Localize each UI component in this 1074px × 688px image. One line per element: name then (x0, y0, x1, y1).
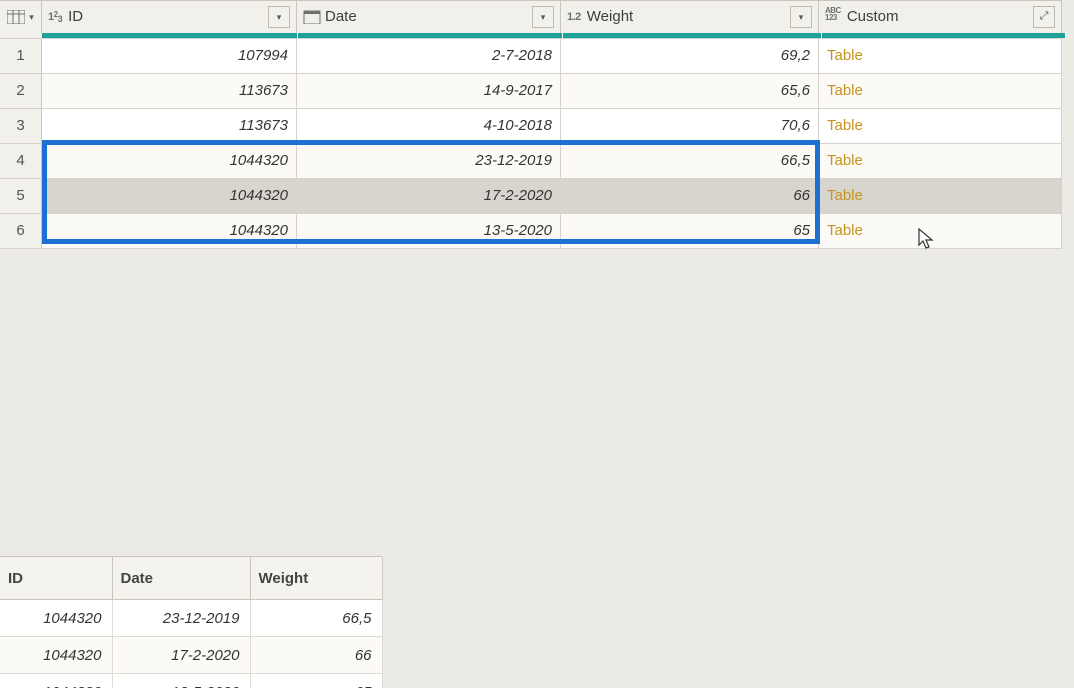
preview-row[interactable]: 104432013-5-202065 (0, 674, 382, 688)
column-header-date[interactable]: Date ▾ (297, 1, 561, 33)
cell-id: 113673 (42, 74, 297, 108)
cell-id: 113673 (42, 109, 297, 143)
preview-cell-date: 13-5-2020 (112, 674, 250, 688)
any-type-icon: ABC123 (825, 1, 841, 33)
cell-date: 17-2-2020 (297, 179, 561, 213)
preview-cell-weight: 66 (250, 637, 382, 674)
grid-header-row: ▾ 123 ID ▾ Date ▾ 1.2 Weight ▾ ABC123 Cu… (0, 0, 1062, 33)
preview-cell-id: 1044320 (0, 637, 112, 674)
int-type-icon: 123 (48, 0, 62, 35)
cell-id: 1044320 (42, 214, 297, 248)
preview-row[interactable]: 104432017-2-202066 (0, 637, 382, 674)
cell-date: 14-9-2017 (297, 74, 561, 108)
date-type-icon (303, 10, 321, 24)
row-number[interactable]: 3 (0, 109, 42, 143)
preview-row[interactable]: 104432023-12-201966,5 (0, 600, 382, 637)
cell-weight: 70,6 (561, 109, 819, 143)
cell-custom[interactable]: Table (819, 39, 1062, 73)
row-number[interactable]: 5 (0, 179, 42, 213)
row-number[interactable]: 6 (0, 214, 42, 248)
cell-custom[interactable]: Table (819, 74, 1062, 108)
column-header-weight[interactable]: 1.2 Weight ▾ (561, 1, 819, 33)
nested-table-preview: ID Date Weight 104432023-12-201966,51044… (0, 556, 382, 688)
row-number[interactable]: 4 (0, 144, 42, 178)
filter-button-weight[interactable]: ▾ (790, 6, 812, 28)
column-label: ID (68, 1, 83, 33)
data-grid: ▾ 123 ID ▾ Date ▾ 1.2 Weight ▾ ABC123 Cu… (0, 0, 1062, 249)
decimal-type-icon: 1.2 (567, 1, 581, 33)
cell-id: 1044320 (42, 144, 297, 178)
cell-date: 23-12-2019 (297, 144, 561, 178)
row-number[interactable]: 2 (0, 74, 42, 108)
cell-weight: 66 (561, 179, 819, 213)
preview-header-date[interactable]: Date (112, 557, 250, 600)
preview-cell-weight: 65 (250, 674, 382, 688)
preview-header-weight[interactable]: Weight (250, 557, 382, 600)
cell-custom[interactable]: Table (819, 109, 1062, 143)
preview-header-id[interactable]: ID (0, 557, 112, 600)
cell-date: 2-7-2018 (297, 39, 561, 73)
cell-weight: 66,5 (561, 144, 819, 178)
cell-weight: 65,6 (561, 74, 819, 108)
column-label: Custom (847, 1, 899, 33)
cell-date: 13-5-2020 (297, 214, 561, 248)
cell-id: 107994 (42, 39, 297, 73)
cell-weight: 69,2 (561, 39, 819, 73)
preview-cell-date: 23-12-2019 (112, 600, 250, 637)
cell-weight: 65 (561, 214, 819, 248)
preview-cell-id: 1044320 (0, 674, 112, 688)
table-row[interactable]: 211367314-9-201765,6Table (0, 74, 1062, 109)
row-selector-header[interactable]: ▾ (0, 1, 42, 33)
table-row[interactable]: 6104432013-5-202065Table (0, 214, 1062, 249)
column-label: Date (325, 1, 357, 33)
table-row[interactable]: 4104432023-12-201966,5Table (0, 144, 1062, 179)
cell-custom[interactable]: Table (819, 144, 1062, 178)
column-header-id[interactable]: 123 ID ▾ (42, 1, 297, 33)
filter-button-id[interactable]: ▾ (268, 6, 290, 28)
grid-body: 11079942-7-201869,2Table211367314-9-2017… (0, 39, 1062, 249)
column-label: Weight (587, 1, 633, 33)
preview-cell-weight: 66,5 (250, 600, 382, 637)
preview-cell-date: 17-2-2020 (112, 637, 250, 674)
column-header-custom[interactable]: ABC123 Custom ⤢ (819, 1, 1062, 33)
table-row[interactable]: 31136734-10-201870,6Table (0, 109, 1062, 144)
cell-custom[interactable]: Table (819, 179, 1062, 213)
table-icon (7, 10, 25, 24)
row-number[interactable]: 1 (0, 39, 42, 73)
table-row[interactable]: 5104432017-2-202066Table (0, 179, 1062, 214)
expand-button-custom[interactable]: ⤢ (1033, 6, 1055, 28)
preview-header-row: ID Date Weight (0, 557, 382, 600)
cell-id: 1044320 (42, 179, 297, 213)
cell-custom[interactable]: Table (819, 214, 1062, 248)
table-row[interactable]: 11079942-7-201869,2Table (0, 39, 1062, 74)
preview-cell-id: 1044320 (0, 600, 112, 637)
cell-date: 4-10-2018 (297, 109, 561, 143)
filter-button-date[interactable]: ▾ (532, 6, 554, 28)
